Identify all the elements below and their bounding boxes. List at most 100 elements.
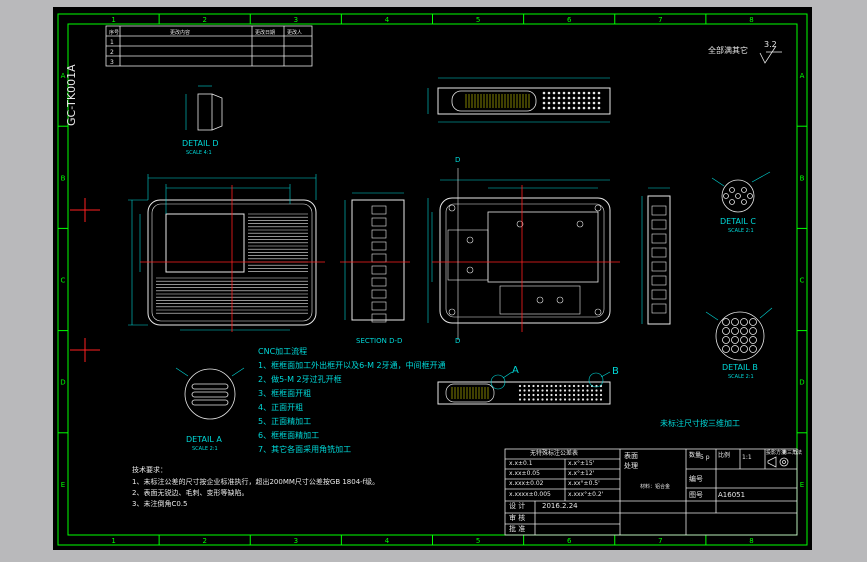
- section-mark-top: D: [455, 156, 461, 164]
- vent-dot: [586, 398, 589, 401]
- vent-dot: [582, 96, 586, 100]
- vent-dot: [563, 393, 567, 397]
- vent-dot: [552, 106, 556, 110]
- vent-dot: [590, 398, 594, 401]
- vent-dot: [586, 384, 589, 388]
- vent-dot: [581, 398, 585, 401]
- vent-dot: [545, 393, 549, 397]
- vent-dot: [536, 393, 540, 397]
- vent-dot: [577, 389, 580, 392]
- detail-a-title: DETAIL A: [186, 435, 222, 444]
- vent-dot: [550, 384, 553, 388]
- vent-dot: [586, 389, 589, 392]
- rev-row-1: 1: [110, 39, 114, 46]
- tech-req-1: 1、未标注公差的尺寸按企业标准执行，超出200MM尺寸公差按GB 1804-f级…: [132, 478, 380, 486]
- zone-letter-right: B: [800, 174, 805, 182]
- detail-d-scale: SCALE 4:1: [186, 150, 212, 156]
- cnc-step-1: 1、框框面加工外出框开以及6-M 2牙通，中间框开通: [258, 361, 446, 370]
- vent-dot: [582, 91, 586, 95]
- zone-number-bottom: 3: [294, 537, 298, 545]
- vent-dot: [572, 393, 576, 397]
- tech-req-3: 3、未注倒角C0.5: [132, 500, 188, 508]
- approver-label: 批 准: [509, 525, 526, 533]
- zone-number-top: 4: [385, 16, 390, 24]
- vent-dot: [590, 389, 594, 392]
- vent-dot: [552, 91, 556, 95]
- cnc-step-6: 6、框框面精加工: [258, 431, 320, 440]
- vent-dot: [581, 393, 585, 397]
- vent-dot: [587, 91, 591, 95]
- vent-dot: [590, 393, 594, 397]
- vent-dot: [572, 101, 576, 105]
- vent-dot: [536, 398, 540, 401]
- vent-dot: [595, 393, 598, 397]
- vent-dot: [559, 393, 562, 397]
- tol-lin-3: x.xxx±0.02: [509, 480, 544, 487]
- vent-dot: [572, 96, 576, 100]
- vent-dot: [557, 101, 561, 105]
- section-dd-label: SECTION D-D: [356, 337, 403, 345]
- vent-dot: [557, 106, 561, 110]
- vent-dot: [582, 106, 586, 110]
- vent-dot: [572, 91, 576, 95]
- vent-dot: [581, 384, 585, 388]
- vent-dot: [518, 384, 522, 388]
- vent-dot: [527, 398, 531, 401]
- vent-dot: [554, 393, 558, 397]
- vent-dot: [550, 393, 553, 397]
- cad-viewport[interactable]: 1122334455667788AABBCCDDEE 序号 更改内容 更改日期 …: [0, 0, 867, 562]
- vent-dot: [577, 398, 580, 401]
- vent-dot: [567, 106, 571, 110]
- vent-dot: [550, 389, 553, 392]
- vent-dot: [587, 106, 591, 110]
- drawing-canvas[interactable]: 1122334455667788A AB BC CD DE E 序号 更改内容 更改日期 …: [0, 0, 867, 562]
- vent-dot: [545, 398, 549, 401]
- vent-dot: [572, 398, 576, 401]
- vent-dot: [532, 393, 535, 397]
- vent-dot: [599, 393, 603, 397]
- vent-dot: [518, 393, 522, 397]
- vent-dot: [518, 398, 522, 401]
- vent-dot: [597, 101, 601, 105]
- design-date: 2016.2.24: [542, 502, 578, 510]
- vent-dot: [572, 106, 576, 110]
- tol-lin-1: x.x±0.1: [509, 460, 533, 467]
- projection-type: 第三角法: [782, 450, 803, 456]
- designer-label: 设 计: [509, 502, 526, 510]
- tol-ang-3: x.xx°±0.5': [568, 480, 600, 487]
- tech-req-title: 技术要求：: [132, 466, 167, 474]
- zone-letter-right: D: [799, 379, 804, 387]
- rev-header-person: 更改人: [287, 29, 302, 36]
- zone-letter-left: B: [61, 174, 66, 182]
- drawing-number-vertical: GC-TK001A: [65, 64, 78, 126]
- vent-dot: [582, 101, 586, 105]
- callout-a: A: [512, 365, 519, 376]
- vent-dot: [592, 106, 596, 110]
- vent-dot: [577, 106, 581, 110]
- zone-number-top: 2: [202, 16, 206, 24]
- rev-row-3: 3: [110, 59, 114, 66]
- zone-number-bottom: 8: [749, 537, 753, 545]
- zone-number-bottom: 1: [111, 537, 115, 545]
- zone-number-top: 5: [476, 16, 480, 24]
- detail-c-scale: SCALE 2:1: [728, 228, 754, 234]
- zone-letter-left: C: [61, 277, 66, 285]
- vent-dot: [595, 398, 598, 401]
- vent-dot: [597, 91, 601, 95]
- vent-dot: [541, 384, 544, 388]
- vent-dot: [527, 389, 531, 392]
- vent-dot: [550, 398, 553, 401]
- vent-dot: [527, 393, 531, 397]
- zone-letter-left: E: [61, 481, 65, 489]
- vent-dot: [563, 398, 567, 401]
- cnc-step-7: 7、其它各面采用角铣加工: [258, 445, 352, 454]
- detail-d-title: DETAIL D: [182, 139, 219, 148]
- vent-dot: [559, 389, 562, 392]
- vent-dot: [554, 384, 558, 388]
- drawing-value: A16051: [718, 491, 746, 499]
- vent-dot: [545, 384, 549, 388]
- scale-value: 1:1: [742, 454, 752, 461]
- vent-dot: [552, 101, 556, 105]
- zone-number-bottom: 4: [385, 537, 390, 545]
- vent-dot: [547, 101, 551, 105]
